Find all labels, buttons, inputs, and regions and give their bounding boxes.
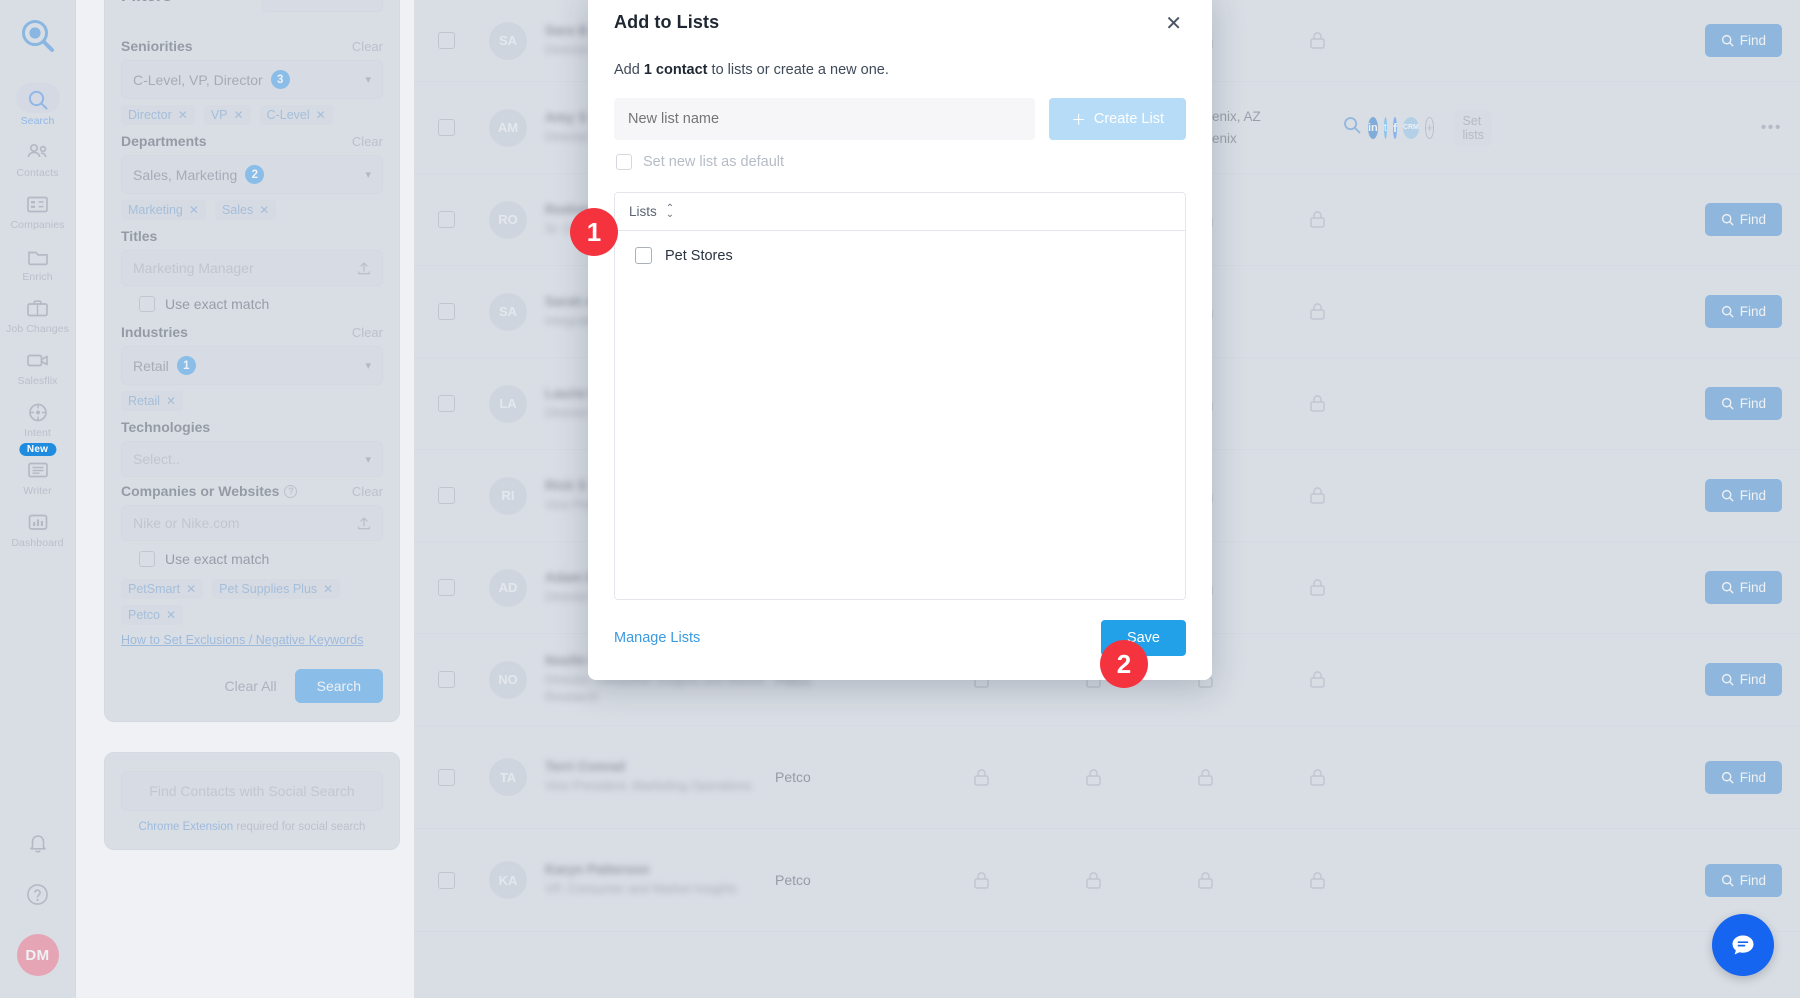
list-item-checkbox[interactable] [635,247,652,264]
modal-header: Add to Lists ✕ [614,12,1186,36]
checkbox[interactable] [616,154,632,170]
close-icon[interactable]: ✕ [1161,12,1186,36]
lists-items: Pet Stores [615,231,1185,599]
create-list-row: ＋ Create List [614,98,1186,140]
lists-header[interactable]: Lists ⌃ ⌄ [615,193,1185,231]
modal-subtitle-count: 1 contact [643,62,708,78]
create-list-button[interactable]: ＋ Create List [1049,98,1186,140]
add-to-lists-modal: Add to Lists ✕ Add 1 contact to lists or… [588,0,1212,680]
modal-subtitle-post: to lists or create a new one. [707,62,889,78]
new-list-name-input[interactable] [614,98,1036,140]
set-default-row[interactable]: Set new list as default [614,154,1186,170]
modal-subtitle-pre: Add [614,62,644,78]
lists-container: Lists ⌃ ⌄ Pet Stores [614,192,1186,600]
set-default-label: Set new list as default [643,154,785,170]
sort-icon[interactable]: ⌃ ⌄ [666,204,674,219]
new-badge: New [18,443,57,456]
list-item[interactable]: Pet Stores [615,240,1185,271]
chat-bubble-icon [1732,935,1754,955]
modal-title: Add to Lists [614,12,720,32]
plus-icon: ＋ [1071,112,1086,129]
step-marker-1: 1 [570,208,618,256]
app-root: SA Sara B Director of Marketing Operatio… [0,0,1800,998]
step-marker-2: 2 [1100,640,1148,688]
lists-header-label: Lists [629,204,657,219]
manage-lists-link[interactable]: Manage Lists [614,630,700,646]
list-item-label: Pet Stores [665,247,733,264]
create-list-label: Create List [1093,111,1164,127]
modal-subtitle: Add 1 contact to lists or create a new o… [614,62,1186,78]
chat-fab-button[interactable] [1712,914,1774,976]
